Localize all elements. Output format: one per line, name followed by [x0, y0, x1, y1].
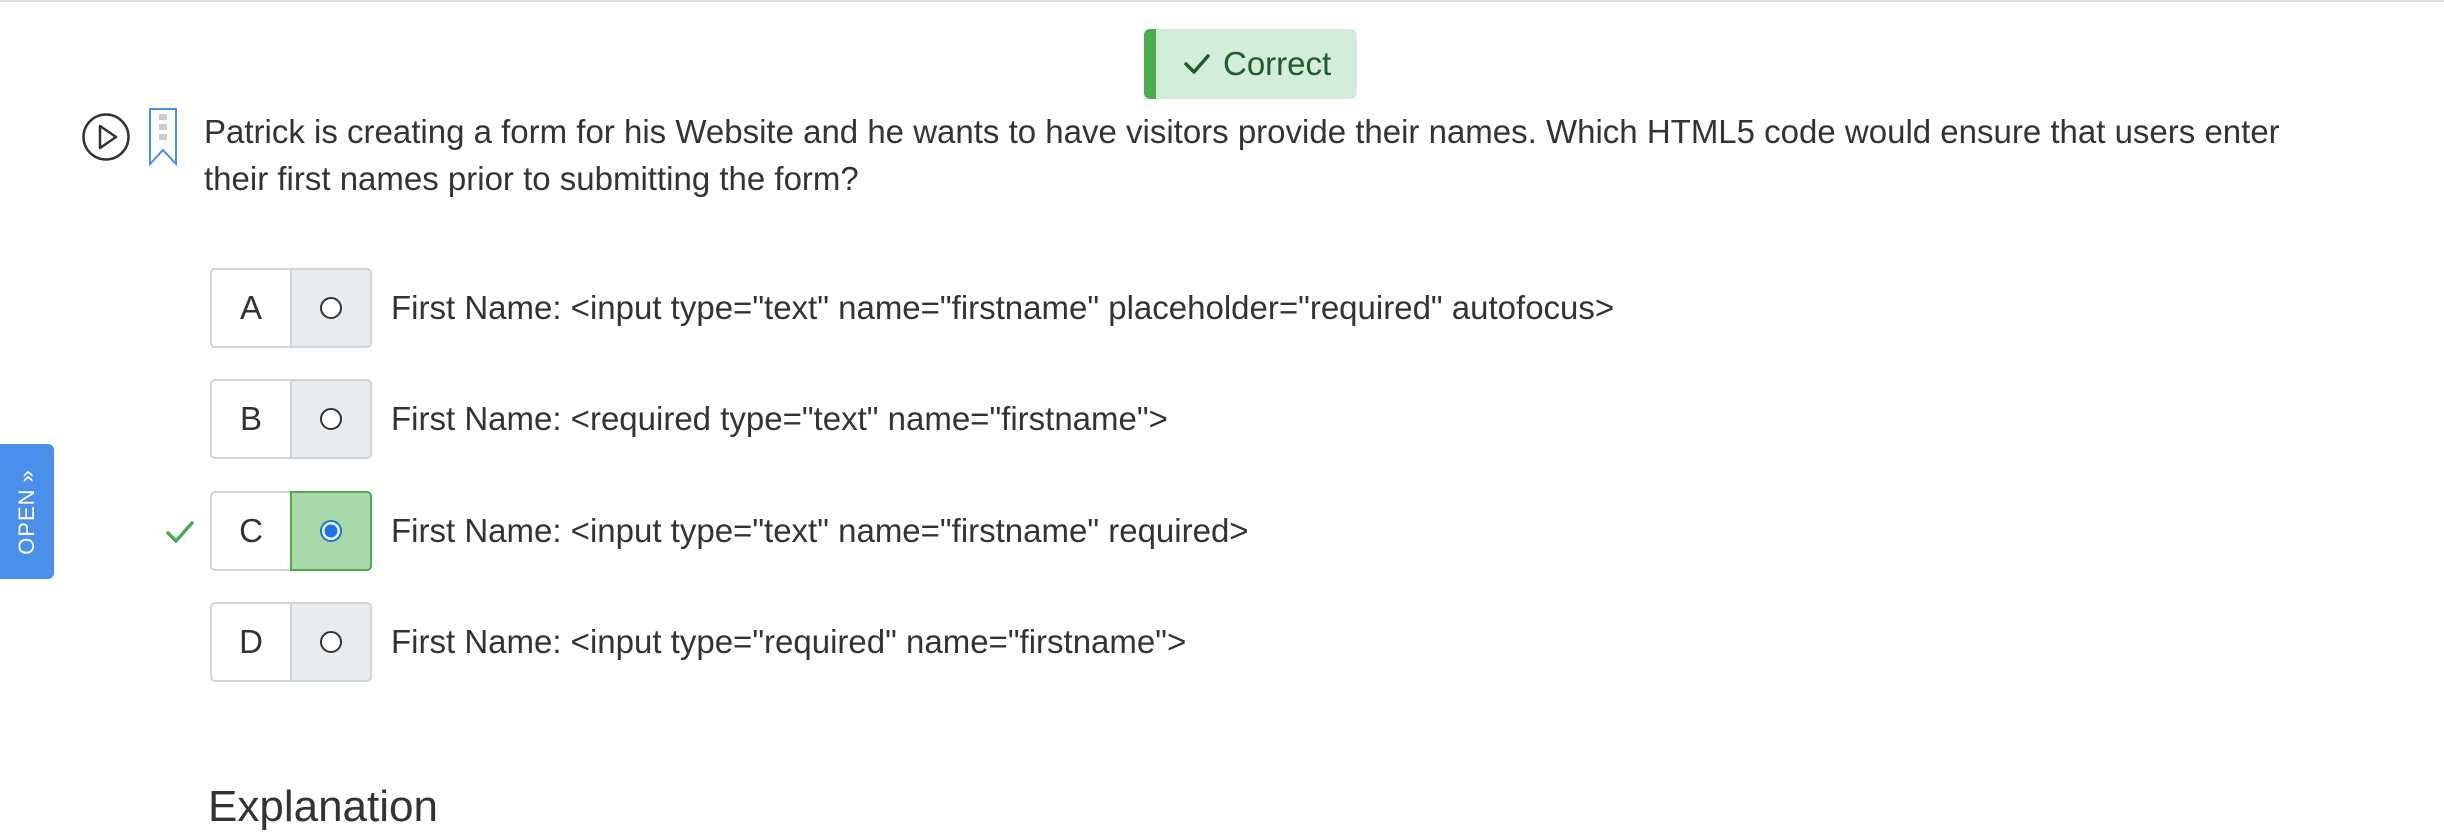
radio-button[interactable] — [320, 297, 342, 319]
option-text: First Name: <input type="text" name="fir… — [391, 289, 1615, 326]
option-a[interactable]: A First Name: <input type="text" name="f… — [210, 268, 1614, 348]
radio-button-selected[interactable] — [320, 520, 342, 542]
option-letter: B — [210, 379, 290, 459]
bookmark-icon[interactable] — [146, 106, 180, 168]
top-divider — [0, 0, 2444, 2]
option-radio-box[interactable] — [290, 491, 372, 571]
side-tab-label: OPEN — [14, 487, 39, 555]
badge-accent-bar — [1144, 29, 1156, 99]
option-letter: A — [210, 268, 290, 348]
play-icon[interactable] — [81, 112, 131, 162]
question-text: Patrick is creating a form for his Websi… — [204, 113, 2280, 197]
open-side-panel-tab[interactable]: OPEN » — [0, 444, 54, 579]
correct-checkmark-icon — [164, 516, 196, 548]
option-c[interactable]: C First Name: <input type="text" name="f… — [210, 491, 1249, 571]
radio-button[interactable] — [320, 631, 342, 653]
option-letter: C — [210, 491, 290, 571]
option-b[interactable]: B First Name: <required type="text" name… — [210, 379, 1168, 459]
option-text: First Name: <input type="required" name=… — [391, 623, 1187, 660]
option-letter: D — [210, 602, 290, 682]
option-text: First Name: <input type="text" name="fir… — [391, 512, 1249, 549]
option-radio-box[interactable] — [290, 602, 372, 682]
double-chevron-icon: » — [14, 468, 39, 482]
option-radio-box[interactable] — [290, 268, 372, 348]
option-text: First Name: <required type="text" name="… — [391, 400, 1168, 437]
option-d[interactable]: D First Name: <input type="required" nam… — [210, 602, 1186, 682]
result-badge: Correct — [1144, 29, 1357, 99]
explanation-heading: Explanation — [208, 782, 438, 831]
option-radio-box[interactable] — [290, 379, 372, 459]
radio-button[interactable] — [320, 408, 342, 430]
checkmark-icon — [1180, 47, 1214, 81]
result-label: Correct — [1223, 45, 1332, 82]
